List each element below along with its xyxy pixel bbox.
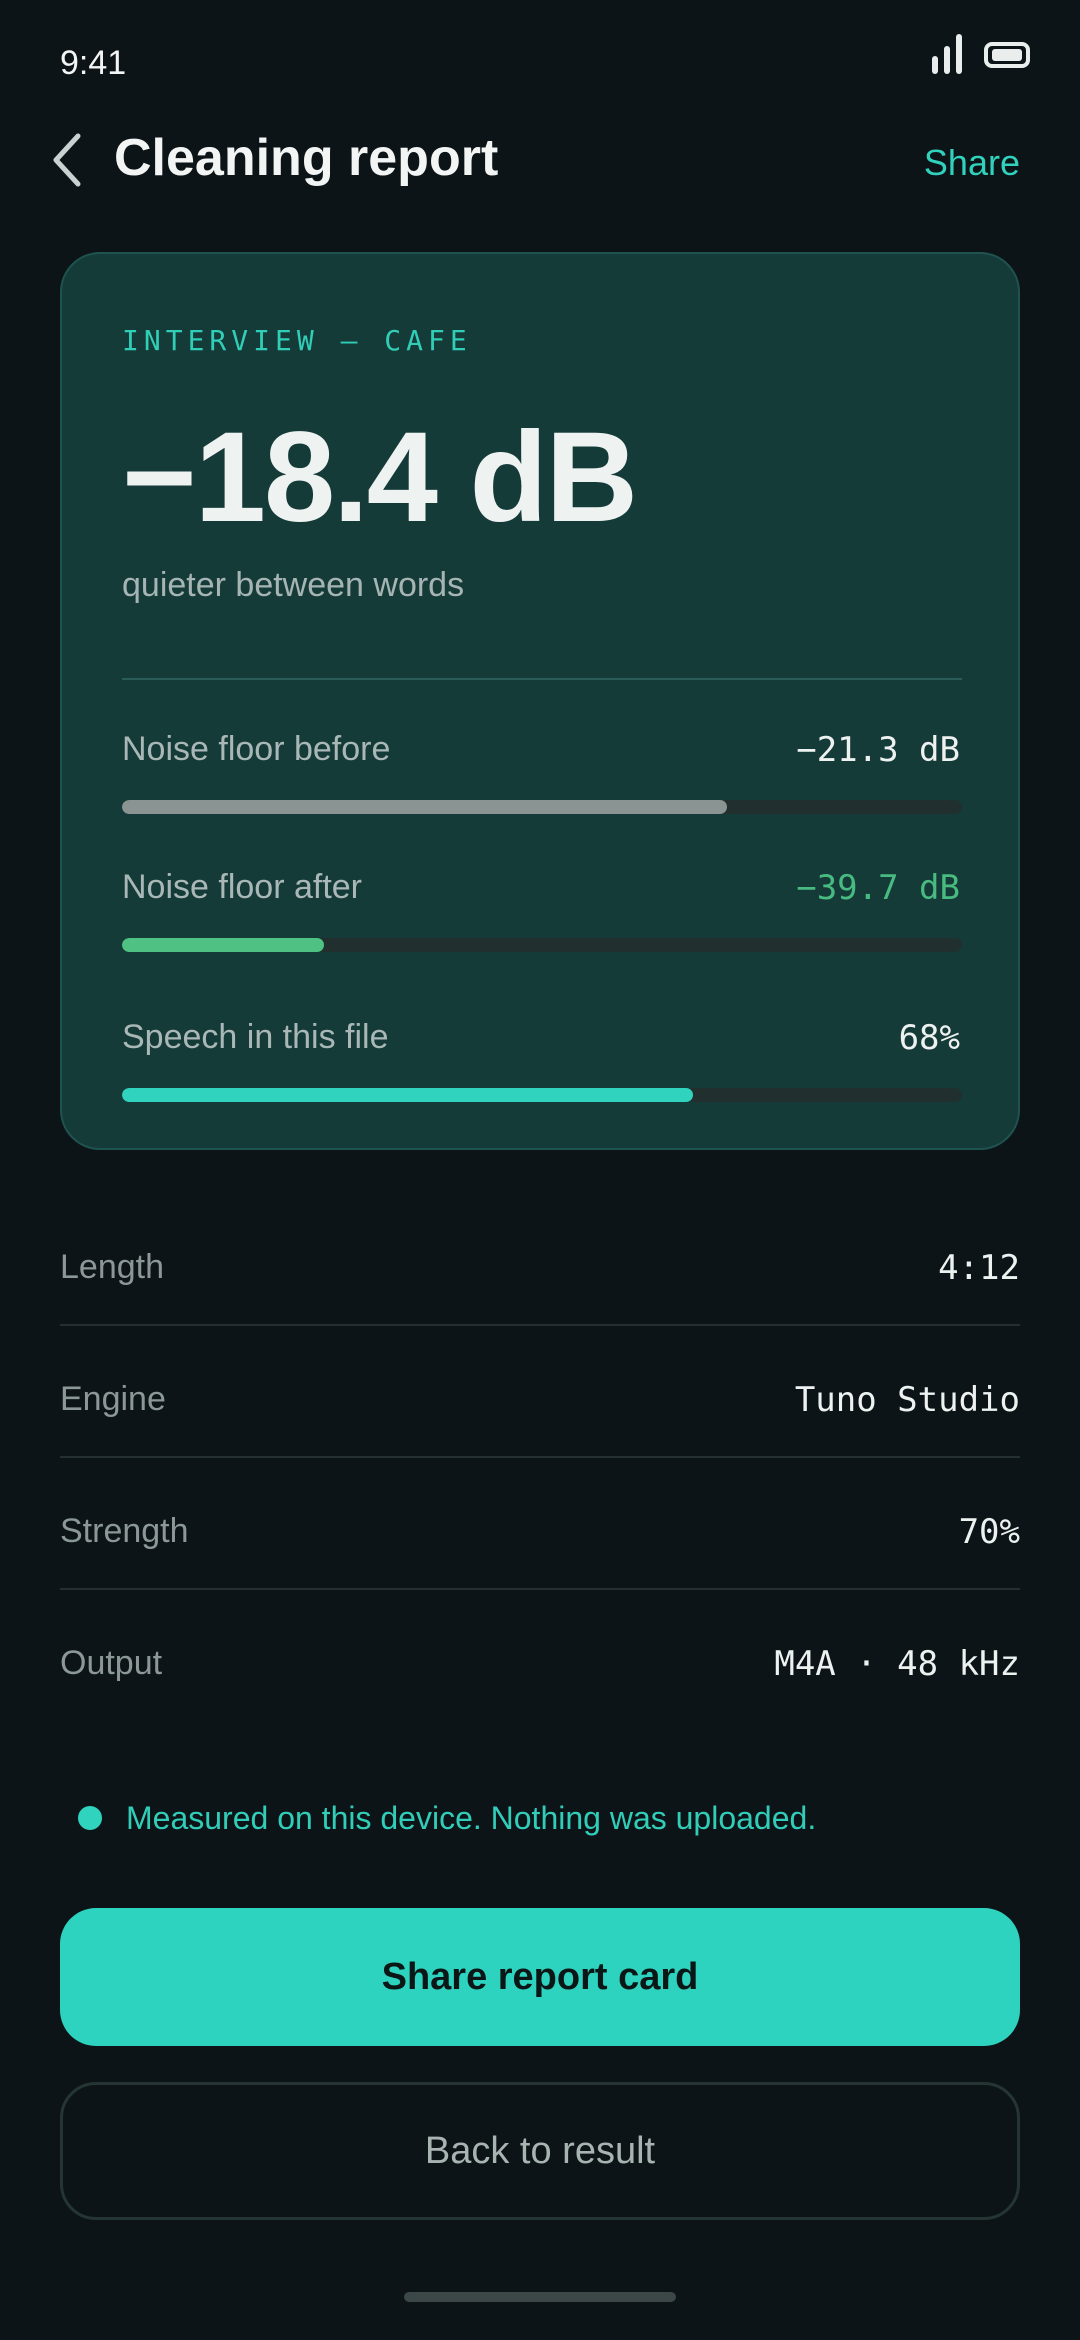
detail-label-strength: Strength <box>60 1512 189 1550</box>
metric-value-noise-before: −21.3 dB <box>796 730 960 770</box>
battery-icon <box>984 42 1030 68</box>
detail-value-output: M4A · 48 kHz <box>774 1644 1020 1684</box>
metric-value-noise-after: −39.7 dB <box>796 868 960 908</box>
noise-reduction-caption: quieter between words <box>122 566 465 604</box>
metric-value-speech: 68% <box>898 1018 960 1058</box>
detail-value-length: 4:12 <box>938 1248 1020 1288</box>
recording-label: INTERVIEW — CAFE <box>122 324 472 357</box>
card-divider <box>122 678 962 680</box>
back-to-result-button[interactable]: Back to result <box>60 2082 1020 2220</box>
summary-card: INTERVIEW — CAFE −18.4 dB quieter betwee… <box>60 252 1020 1150</box>
row-divider <box>60 1324 1020 1326</box>
row-divider <box>60 1456 1020 1458</box>
detail-label-engine: Engine <box>60 1380 166 1418</box>
metric-label-noise-before: Noise floor before <box>122 730 391 768</box>
metric-bar-noise-after <box>122 938 962 952</box>
home-indicator <box>404 2292 676 2302</box>
metric-label-noise-after: Noise floor after <box>122 868 362 906</box>
back-to-result-label: Back to result <box>424 2129 656 2172</box>
metric-label-speech: Speech in this file <box>122 1018 389 1056</box>
noise-reduction-value: −18.4 dB <box>122 406 638 549</box>
row-divider <box>60 1588 1020 1590</box>
share-report-card-button[interactable]: Share report card <box>60 1908 1020 2046</box>
metric-fill-speech <box>122 1088 694 1102</box>
status-dot-icon <box>78 1806 102 1830</box>
metric-fill-noise-before <box>122 800 727 814</box>
detail-value-engine: Tuno Studio <box>794 1380 1020 1420</box>
detail-value-strength: 70% <box>958 1512 1020 1552</box>
metric-fill-noise-after <box>122 938 324 952</box>
privacy-note: Measured on this device. Nothing was upl… <box>126 1800 817 1836</box>
detail-label-length: Length <box>60 1248 164 1286</box>
cellular-signal-icon <box>932 34 972 74</box>
metric-bar-noise-before <box>122 800 962 814</box>
detail-label-output: Output <box>60 1644 163 1682</box>
metric-bar-speech <box>122 1088 962 1102</box>
share-link[interactable]: Share <box>924 142 1020 184</box>
status-time: 9:41 <box>60 44 127 82</box>
back-chevron-icon[interactable] <box>48 130 88 190</box>
page-title: Cleaning report <box>114 129 499 187</box>
share-report-card-label: Share report card <box>381 1955 699 1998</box>
